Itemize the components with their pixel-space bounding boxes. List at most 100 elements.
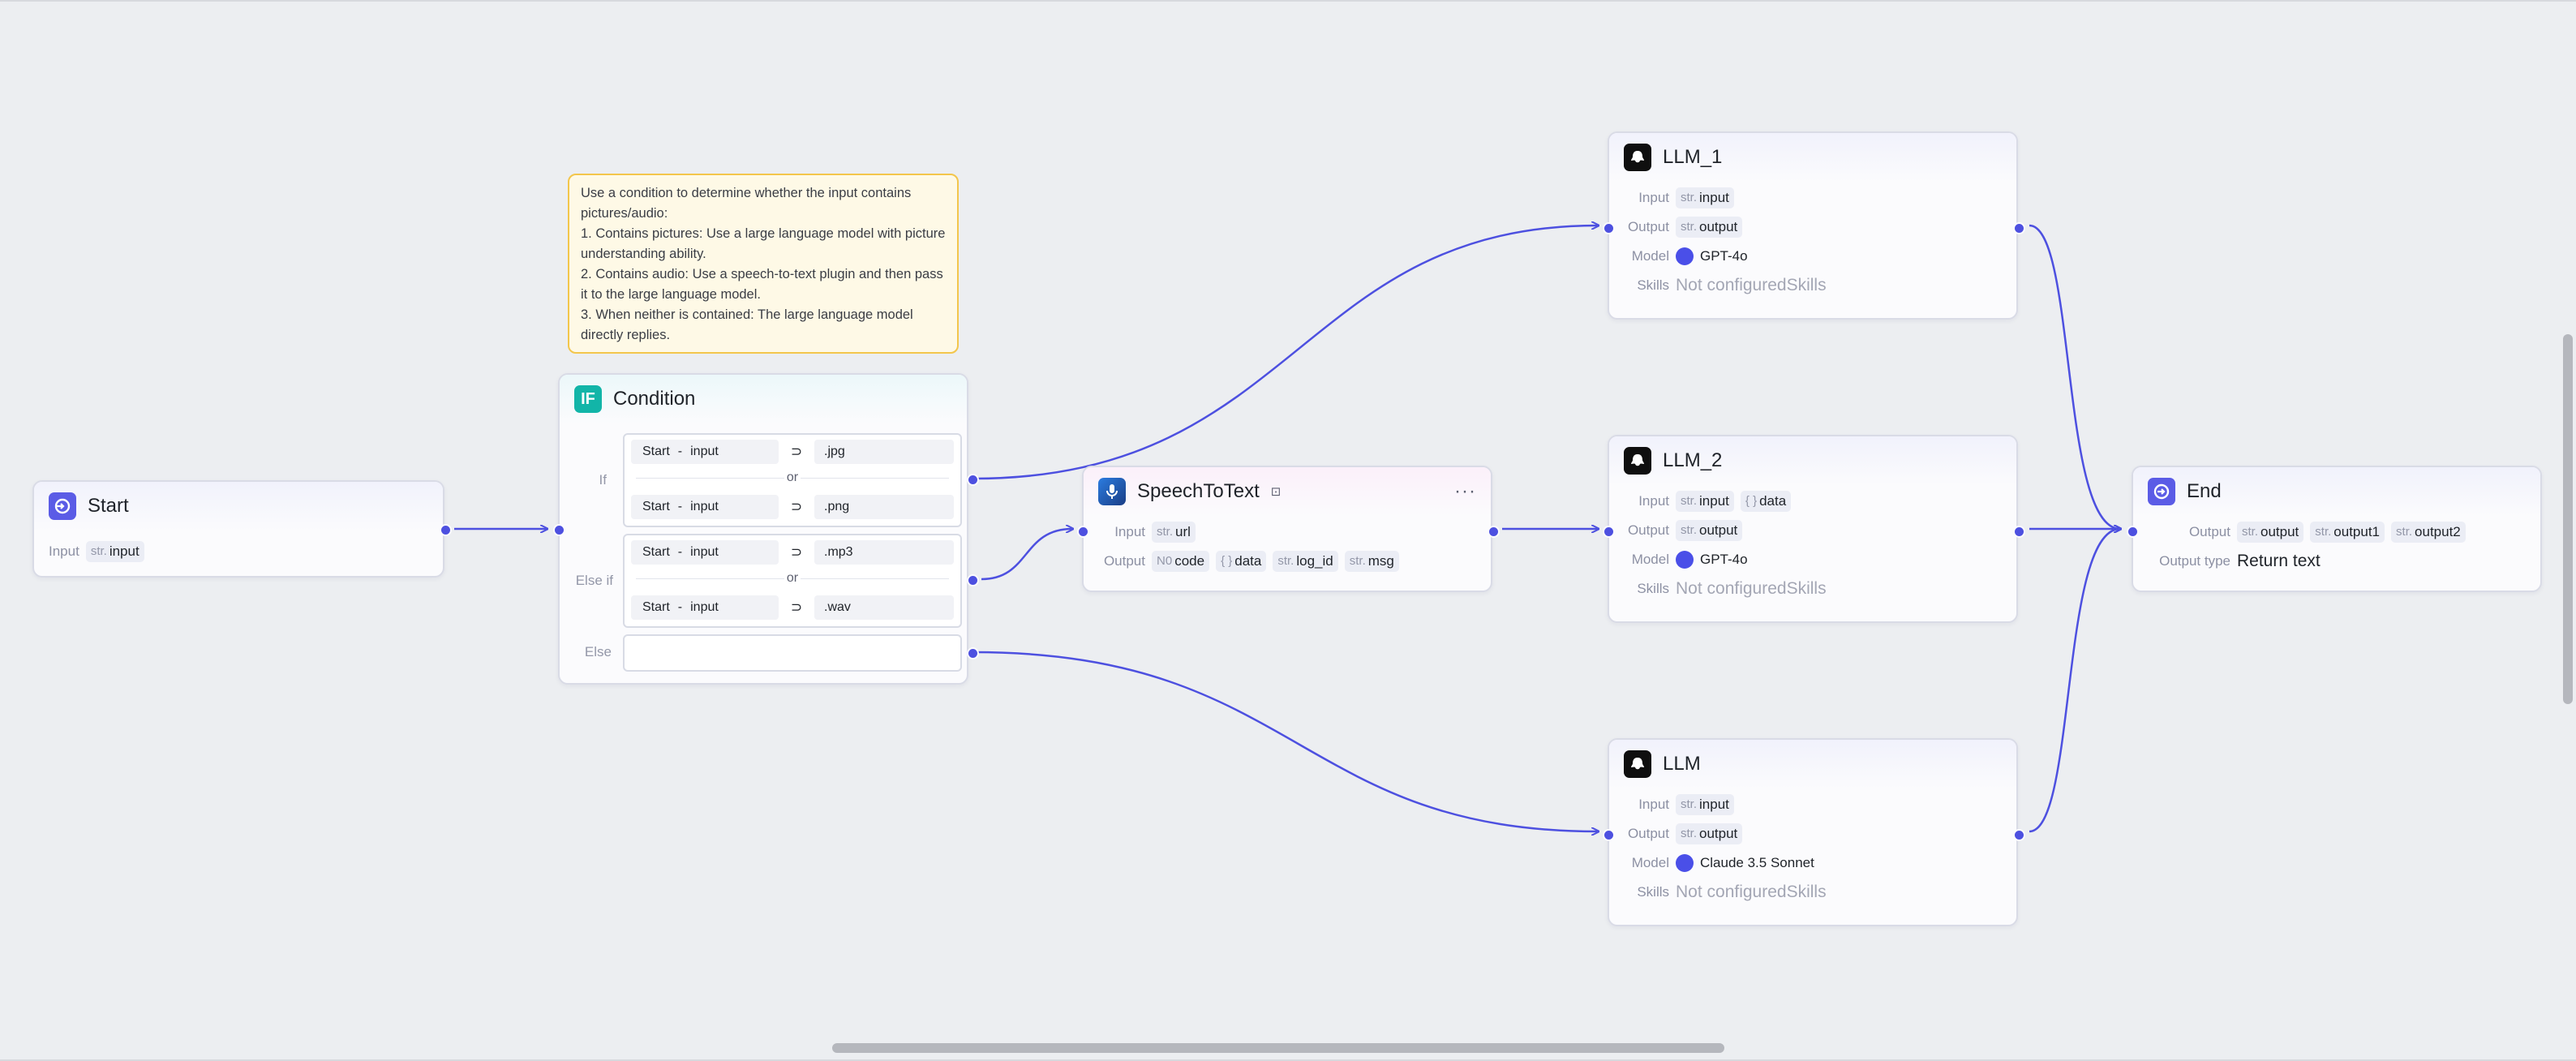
edge-if-llm1 [972,226,1598,480]
llm2-input-port[interactable] [1603,526,1615,538]
end-output-type-label: Output type [2159,553,2230,569]
speech-to-text-node[interactable]: SpeechToText ⊡ ··· Input str. url Output … [1077,466,1500,592]
start-icon [49,492,76,520]
condition-node[interactable]: IF Condition If Start - input ⊃ .jpg or St… [553,373,979,685]
comment-note[interactable]: Use a condition to determine whether the… [568,174,959,354]
condition-if-icon: IF [574,385,602,413]
output-tag: { } data [1216,551,1267,572]
llm2-node[interactable]: LLM_2 Input str. input { } data Output str… [1603,435,2025,623]
llm-input-port[interactable] [1603,829,1615,841]
skills-label: Skills [1637,884,1669,900]
input-tag: str. input [1676,794,1734,815]
start-node[interactable]: Start Input str. input [32,480,452,578]
edge-elseif-speech [981,529,1072,581]
workflow-canvas[interactable]: Use a condition to determine whether the… [0,0,2576,1061]
end-node[interactable]: End Output str. output str. output1 str. ou… [2127,466,2542,592]
condition-title: Condition [613,388,696,410]
else-condition-group[interactable] [623,634,962,672]
condition-input-port[interactable] [553,524,565,536]
llm-bot-icon [1624,447,1651,475]
llm1-input-port[interactable] [1603,222,1615,234]
condition-value[interactable]: .wav [814,595,954,620]
skills-label: Skills [1637,277,1669,293]
output-tag: N0 code [1152,551,1210,572]
else-output-port[interactable] [967,647,979,659]
output-tag: str. output [1676,520,1743,541]
condition-value[interactable]: .mp3 [814,540,954,565]
llm-bot-icon [1624,144,1651,171]
output-tag: str. output [1676,217,1743,238]
condition-row[interactable]: Start - input ⊃ .wav [631,595,954,620]
output-tag: str. output [2237,522,2304,543]
input-label: Input [1638,190,1669,205]
horizontal-scrollbar[interactable] [832,1043,1724,1053]
note-line: 2. Contains audio: Use a speech-to-text … [581,267,943,302]
output-label: Output [1627,219,1669,234]
output-tag: str. output2 [2391,522,2466,543]
condition-row[interactable]: Start - input ⊃ .png [631,495,954,519]
input-tag: str. url [1152,522,1196,543]
speech-output-port[interactable] [1488,526,1500,538]
input-label: Input [1638,493,1669,509]
more-options-icon[interactable]: ··· [1454,480,1476,503]
llm1-node[interactable]: LLM_1 Input str. input Output str. output … [1603,131,2025,320]
contains-operator: ⊃ [790,544,803,560]
model-label: Model [1631,248,1669,264]
model-icon [1676,247,1694,265]
if-branch-label: If [599,472,607,488]
model-icon [1676,551,1694,569]
llm-node[interactable]: LLM Input str. input Output str. output Mo… [1603,738,2025,926]
if-output-port[interactable] [967,474,979,486]
contains-operator: ⊃ [790,599,803,615]
speech-plugin-icon [1098,478,1126,505]
if-condition-group[interactable]: Start - input ⊃ .jpg or Start - input ⊃ .png [623,433,962,527]
elseif-branch-label: Else if [575,573,613,588]
note-line: Use a condition to determine whether the… [581,186,912,221]
output-tag: str. output1 [2310,522,2385,543]
input-tag: str. input [1676,491,1734,512]
elseif-output-port[interactable] [967,574,979,586]
llm2-output-port[interactable] [2013,526,2025,538]
edge-llm1-end [2029,224,2120,529]
top-border [0,0,2576,2]
skills-value: Not configuredSkills [1676,579,1827,598]
condition-value[interactable]: .png [814,495,954,519]
model-name: GPT-4o [1700,552,1748,567]
llm-output-port[interactable] [2013,829,2025,841]
output-label: Output [1627,522,1669,538]
output-label: Output [1627,826,1669,841]
end-output-type-value: Return text [2237,552,2321,570]
llm1-output-port[interactable] [2013,222,2025,234]
contains-operator: ⊃ [790,444,803,459]
condition-row[interactable]: Start - input ⊃ .jpg [631,440,954,464]
start-input-label: Input [49,543,79,559]
model-icon [1676,854,1694,872]
llm-title: LLM [1663,753,1701,775]
note-line: 3. When neither is contained: The large … [581,307,913,342]
speech-input-port[interactable] [1077,526,1089,538]
speech-output-label: Output [1103,553,1145,569]
end-input-port[interactable] [2127,526,2139,538]
start-input-tag: str. input [85,541,144,562]
model-label: Model [1631,552,1669,567]
start-title: Start [88,495,129,517]
start-output-port[interactable] [440,524,452,536]
vertical-scrollbar[interactable] [2563,334,2573,704]
note-line: 1. Contains pictures: Use a large langua… [581,226,946,261]
or-label: or [625,571,960,586]
model-name: Claude 3.5 Sonnet [1700,855,1814,870]
plugin-badge-icon: ⊡ [1270,485,1282,499]
speech-input-label: Input [1114,524,1145,539]
condition-row[interactable]: Start - input ⊃ .mp3 [631,540,954,565]
input-tag: { } data [1740,491,1792,512]
elseif-condition-group[interactable]: Start - input ⊃ .mp3 or Start - input ⊃ .wav [623,534,962,628]
end-output-label: Output [2188,524,2230,539]
edge-else-llm [972,651,1598,831]
edge-llm-end [2029,529,2120,833]
llm1-title: LLM_1 [1663,146,1723,168]
or-label: or [625,470,960,485]
output-tag: str. msg [1344,551,1399,572]
end-icon [2148,478,2175,505]
skills-value: Not configuredSkills [1676,883,1827,901]
condition-value[interactable]: .jpg [814,440,954,464]
